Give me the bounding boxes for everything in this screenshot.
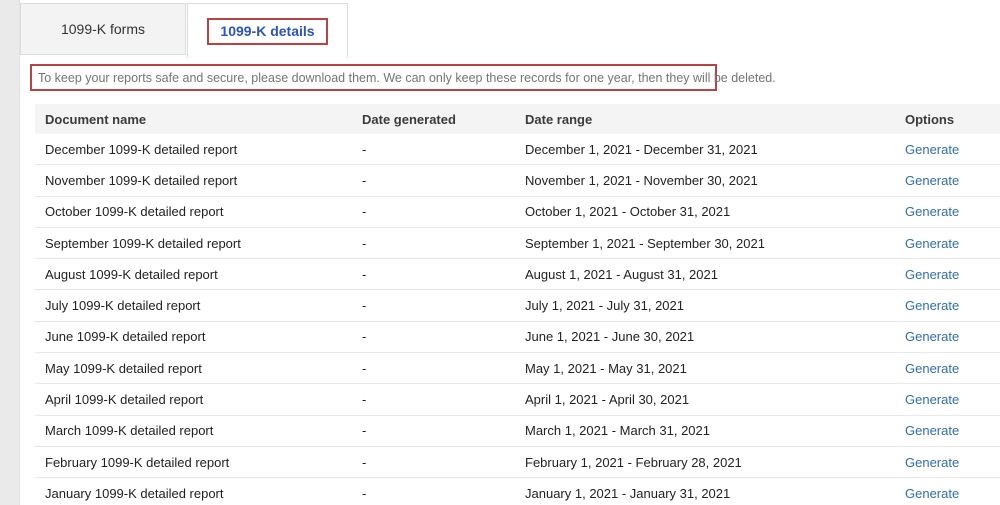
- col-header-date-generated: Date generated: [352, 104, 515, 134]
- date-generated-cell: -: [352, 258, 515, 291]
- table-row: September 1099-K detailed report - Septe…: [35, 227, 1000, 260]
- generate-link[interactable]: Generate: [905, 236, 959, 251]
- date-range-cell: February 1, 2021 - February 28, 2021: [515, 446, 895, 479]
- generate-link[interactable]: Generate: [905, 423, 959, 438]
- table-row: April 1099-K detailed report - April 1, …: [35, 383, 1000, 416]
- document-name-cell: August 1099-K detailed report: [35, 258, 352, 291]
- table-row: August 1099-K detailed report - August 1…: [35, 258, 1000, 291]
- retention-notice-text: To keep your reports safe and secure, pl…: [38, 70, 776, 85]
- table-row: December 1099-K detailed report - Decemb…: [35, 134, 1000, 166]
- reports-table: Document name Date generated Date range …: [35, 104, 1000, 505]
- date-generated-cell: -: [352, 134, 515, 166]
- tab-1099k-forms[interactable]: 1099-K forms: [20, 3, 186, 55]
- options-cell: Generate: [895, 477, 1000, 505]
- table-row: January 1099-K detailed report - January…: [35, 477, 1000, 505]
- generate-link[interactable]: Generate: [905, 298, 959, 313]
- document-name-cell: January 1099-K detailed report: [35, 477, 352, 505]
- generate-link[interactable]: Generate: [905, 173, 959, 188]
- 1099k-reports-page: 1099-K forms 1099-K details To keep your…: [0, 0, 1000, 505]
- col-header-options: Options: [895, 104, 1000, 134]
- table-row: July 1099-K detailed report - July 1, 20…: [35, 289, 1000, 322]
- options-cell: Generate: [895, 352, 1000, 385]
- date-range-cell: August 1, 2021 - August 31, 2021: [515, 258, 895, 291]
- document-name-cell: April 1099-K detailed report: [35, 383, 352, 416]
- generate-link[interactable]: Generate: [905, 142, 959, 157]
- date-range-cell: July 1, 2021 - July 31, 2021: [515, 289, 895, 322]
- options-cell: Generate: [895, 164, 1000, 197]
- col-header-document-name: Document name: [35, 104, 352, 134]
- document-name-cell: March 1099-K detailed report: [35, 415, 352, 447]
- generate-link[interactable]: Generate: [905, 361, 959, 376]
- date-range-cell: September 1, 2021 - September 30, 2021: [515, 227, 895, 260]
- options-cell: Generate: [895, 289, 1000, 322]
- left-gutter: [0, 0, 20, 505]
- generate-link[interactable]: Generate: [905, 455, 959, 470]
- table-header: Document name Date generated Date range …: [35, 104, 1000, 134]
- table-row: February 1099-K detailed report - Februa…: [35, 446, 1000, 479]
- document-name-cell: July 1099-K detailed report: [35, 289, 352, 322]
- date-range-cell: November 1, 2021 - November 30, 2021: [515, 164, 895, 197]
- date-generated-cell: -: [352, 164, 515, 197]
- date-generated-cell: -: [352, 415, 515, 447]
- tab-1099k-details[interactable]: 1099-K details: [187, 3, 348, 58]
- date-range-cell: June 1, 2021 - June 30, 2021: [515, 321, 895, 354]
- date-range-cell: April 1, 2021 - April 30, 2021: [515, 383, 895, 416]
- table-row: June 1099-K detailed report - June 1, 20…: [35, 321, 1000, 354]
- generate-link[interactable]: Generate: [905, 267, 959, 282]
- generate-link[interactable]: Generate: [905, 486, 959, 501]
- document-name-cell: October 1099-K detailed report: [35, 196, 352, 228]
- options-cell: Generate: [895, 134, 1000, 166]
- date-generated-cell: -: [352, 352, 515, 385]
- date-generated-cell: -: [352, 289, 515, 322]
- options-cell: Generate: [895, 196, 1000, 228]
- date-range-cell: May 1, 2021 - May 31, 2021: [515, 352, 895, 385]
- generate-link[interactable]: Generate: [905, 329, 959, 344]
- generate-link[interactable]: Generate: [905, 392, 959, 407]
- date-generated-cell: -: [352, 477, 515, 505]
- table-row: November 1099-K detailed report - Novemb…: [35, 164, 1000, 197]
- document-name-cell: February 1099-K detailed report: [35, 446, 352, 479]
- date-generated-cell: -: [352, 383, 515, 416]
- document-name-cell: December 1099-K detailed report: [35, 134, 352, 166]
- date-generated-cell: -: [352, 321, 515, 354]
- date-generated-cell: -: [352, 196, 515, 228]
- date-range-cell: January 1, 2021 - January 31, 2021: [515, 477, 895, 505]
- options-cell: Generate: [895, 258, 1000, 291]
- annotation-box-notice: To keep your reports safe and secure, pl…: [30, 64, 776, 91]
- table-row: October 1099-K detailed report - October…: [35, 196, 1000, 228]
- date-range-cell: March 1, 2021 - March 31, 2021: [515, 415, 895, 447]
- annotation-box-tab: 1099-K details: [207, 17, 328, 45]
- options-cell: Generate: [895, 446, 1000, 479]
- options-cell: Generate: [895, 227, 1000, 260]
- tab-1099k-forms-label: 1099-K forms: [60, 21, 146, 37]
- options-cell: Generate: [895, 321, 1000, 354]
- date-range-cell: December 1, 2021 - December 31, 2021: [515, 134, 895, 166]
- table-row: May 1099-K detailed report - May 1, 2021…: [35, 352, 1000, 385]
- date-generated-cell: -: [352, 227, 515, 260]
- document-name-cell: June 1099-K detailed report: [35, 321, 352, 354]
- generate-link[interactable]: Generate: [905, 204, 959, 219]
- options-cell: Generate: [895, 415, 1000, 447]
- col-header-date-range: Date range: [515, 104, 895, 134]
- date-range-cell: October 1, 2021 - October 31, 2021: [515, 196, 895, 228]
- table-body: December 1099-K detailed report - Decemb…: [35, 134, 1000, 505]
- document-name-cell: May 1099-K detailed report: [35, 352, 352, 385]
- options-cell: Generate: [895, 383, 1000, 416]
- table-row: March 1099-K detailed report - March 1, …: [35, 415, 1000, 447]
- date-generated-cell: -: [352, 446, 515, 479]
- tab-1099k-details-label: 1099-K details: [220, 22, 315, 39]
- document-name-cell: November 1099-K detailed report: [35, 164, 352, 197]
- document-name-cell: September 1099-K detailed report: [35, 227, 352, 260]
